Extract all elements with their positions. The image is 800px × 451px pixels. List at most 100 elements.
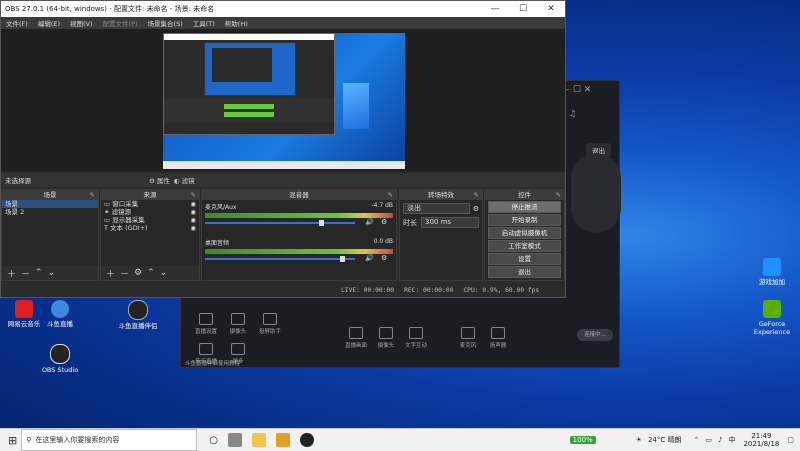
- source-item[interactable]: ⚭ 滤镜源 ◉: [101, 208, 199, 216]
- desktop-icon-obs[interactable]: OBS Studio: [36, 344, 84, 374]
- studio-mode-button[interactable]: 工作室模式: [488, 240, 561, 252]
- volume-slider[interactable]: 🔊 ⚙: [205, 254, 393, 262]
- scene-button[interactable]: 直播画面: [341, 327, 371, 349]
- douyu-icon: [51, 300, 69, 318]
- nested-obs-window: [163, 33, 335, 135]
- gear-icon[interactable]: ⚙: [381, 254, 387, 262]
- desktop-icon-douyu-companion[interactable]: 斗鱼直播伴侣: [114, 300, 162, 330]
- obs-taskbar-icon[interactable]: [299, 433, 314, 447]
- source-item[interactable]: T 文本 (GDI+) ◉: [101, 224, 199, 232]
- help-app-icon[interactable]: [275, 433, 290, 447]
- live-status: LIVE: 00:00:00: [341, 286, 395, 294]
- no-source-label: 未选择源: [5, 177, 31, 185]
- speaker-button[interactable]: 扬声器: [483, 327, 513, 349]
- cast-button[interactable]: 投屏助手: [255, 313, 285, 335]
- menu-scene-collection[interactable]: 场景集合(S): [143, 18, 188, 28]
- close-button[interactable]: ✕: [537, 4, 565, 14]
- speaker-icon[interactable]: 🔊: [365, 218, 374, 226]
- notification-icon[interactable]: ▢: [787, 436, 794, 444]
- tray-chevron-icon[interactable]: ⌃: [694, 436, 700, 444]
- eye-icon[interactable]: ◉: [190, 208, 196, 216]
- mixer-dock: 混音器✎ 麦克风/Aux -4.7 dB 🔊 ⚙ 桌面音频 0.0 dB 🔊: [201, 189, 397, 281]
- weather-text[interactable]: 24°C 晴朗: [648, 435, 682, 445]
- desktop-icon-label: 斗鱼直播伴侣: [118, 322, 158, 330]
- obs-window[interactable]: OBS 27.0.1 (64-bit, windows) - 配置文件: 未命名…: [0, 0, 566, 298]
- scenes-footer: ＋ － ⌃ ⌄: [2, 266, 98, 280]
- move-up-button[interactable]: ⌃: [35, 268, 43, 278]
- game-plus-icon: [763, 258, 781, 276]
- sources-dock: 来源 ✎ ▭ 窗口采集 ◉ ⚭ 滤镜源 ◉ ▭ 显示器采集 ◉ T 文本 (GDI+) ◉…: [100, 189, 200, 281]
- filters-button[interactable]: ◐ 滤镜: [174, 175, 195, 185]
- bell-icon[interactable]: ♫: [569, 109, 576, 118]
- start-virtual-camera-button[interactable]: 启动虚拟摄像机: [488, 227, 561, 239]
- source-toolbar: 未选择源 ⚙ 属性 ◐ 滤镜: [1, 173, 565, 187]
- gear-icon[interactable]: ⚙: [381, 218, 387, 226]
- windows-start-icon[interactable]: ⊞: [8, 434, 17, 447]
- controls-dock: 控件 ✎ 停止推流 开始录制 启动虚拟摄像机 工作室模式 设置 退出: [484, 189, 565, 281]
- scene-item[interactable]: 场景: [2, 200, 98, 208]
- eye-icon[interactable]: ◉: [190, 200, 196, 208]
- properties-button[interactable]: ⚙ 属性: [149, 175, 170, 185]
- start-live-button[interactable]: 连接中...: [577, 329, 613, 341]
- remove-source-button[interactable]: －: [120, 267, 129, 280]
- mic-button[interactable]: 麦克风: [453, 327, 483, 349]
- add-source-button[interactable]: ＋: [106, 267, 115, 280]
- obs-title: OBS 27.0.1 (64-bit, windows) - 配置文件: 未命名…: [5, 5, 215, 13]
- transition-select[interactable]: 淡出: [403, 203, 470, 214]
- webcam-button[interactable]: 摄像头: [371, 327, 401, 349]
- duration-input[interactable]: 300 ms: [421, 217, 479, 228]
- menu-file[interactable]: 文件(F): [1, 18, 33, 28]
- file-explorer-icon[interactable]: [251, 433, 266, 447]
- start-recording-button[interactable]: 开始录制: [488, 214, 561, 226]
- add-scene-button[interactable]: ＋: [7, 267, 16, 280]
- cortana-icon[interactable]: ○: [209, 435, 218, 446]
- maximize-button[interactable]: ☐: [509, 4, 537, 14]
- transition-gear-icon[interactable]: ⚙: [473, 205, 479, 213]
- obs-titlebar[interactable]: OBS 27.0.1 (64-bit, windows) - 配置文件: 未命名…: [1, 1, 565, 17]
- move-up-button[interactable]: ⌃: [147, 268, 155, 278]
- taskbar: ⊞ ⚲ 在这里输入你要搜索的内容 ○ 100% ☀ 24°C 晴朗 ⌃ ▭ ♪ …: [0, 428, 800, 451]
- desktop-icon-douyu[interactable]: 斗鱼直播: [36, 300, 84, 328]
- preview-canvas[interactable]: [1, 29, 565, 171]
- scene-item[interactable]: 场景 2: [2, 208, 98, 216]
- stop-streaming-button[interactable]: 停止推流: [488, 201, 561, 213]
- clock[interactable]: 21:49 2021/8/18: [743, 432, 779, 448]
- network-icon[interactable]: ▭: [705, 436, 712, 444]
- tutorial-link[interactable]: 斗鱼直播伴侣使用教程: [185, 359, 240, 367]
- speaker-icon[interactable]: 🔊: [365, 254, 374, 262]
- move-down-button[interactable]: ⌄: [48, 268, 56, 278]
- weather-icon[interactable]: ☀: [636, 436, 642, 444]
- task-view-icon[interactable]: [227, 433, 242, 447]
- minimize-button[interactable]: —: [481, 4, 509, 14]
- menu-view[interactable]: 视图(V): [65, 18, 98, 28]
- geforce-icon: [763, 300, 781, 318]
- search-box[interactable]: ⚲ 在这里输入你要搜索的内容: [21, 429, 198, 451]
- source-label: 文本 (GDI+): [110, 224, 148, 232]
- menu-profile[interactable]: 配置文件(P): [98, 18, 143, 28]
- camera-button[interactable]: 摄像头: [223, 313, 253, 335]
- volume-icon[interactable]: ♪: [718, 436, 722, 444]
- duration-label: 时长: [403, 218, 417, 227]
- exit-button[interactable]: 退出: [488, 266, 561, 278]
- source-label: 显示器采集: [112, 216, 145, 224]
- netease-icon: [15, 300, 33, 318]
- source-item[interactable]: ▭ 显示器采集 ◉: [101, 216, 199, 224]
- settings-button[interactable]: 设置: [488, 253, 561, 265]
- menu-tools[interactable]: 工具(T): [188, 18, 220, 28]
- source-item[interactable]: ▭ 窗口采集 ◉: [101, 200, 199, 208]
- menu-help[interactable]: 帮助(H): [220, 18, 253, 28]
- eye-icon[interactable]: ◉: [190, 216, 196, 224]
- menu-edit[interactable]: 编辑(E): [33, 18, 65, 28]
- battery-badge[interactable]: 100%: [569, 436, 596, 444]
- source-settings-icon[interactable]: ⚙: [134, 268, 142, 278]
- move-down-button[interactable]: ⌄: [160, 268, 168, 278]
- live-settings-button[interactable]: 直播设置: [191, 313, 221, 335]
- ime-indicator[interactable]: 中: [728, 435, 735, 445]
- track-db: 0.0 dB: [373, 238, 393, 245]
- eye-icon[interactable]: ◉: [190, 224, 196, 232]
- desktop-icon-youxijiajia[interactable]: 游戏加加: [748, 258, 796, 286]
- desktop-icon-geforce[interactable]: GeForce Experience: [748, 300, 796, 336]
- remove-scene-button[interactable]: －: [21, 267, 30, 280]
- volume-slider[interactable]: 🔊 ⚙: [205, 218, 393, 226]
- text-button[interactable]: 文字互动: [401, 327, 431, 349]
